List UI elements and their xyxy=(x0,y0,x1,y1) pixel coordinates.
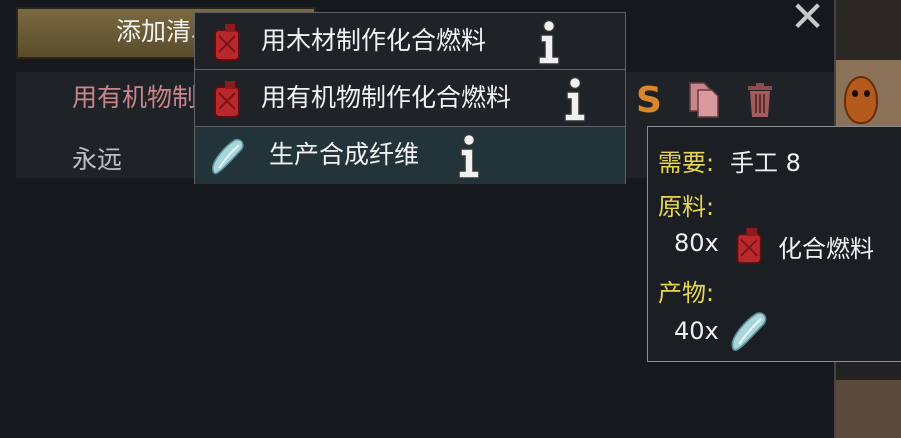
chemfuel-canister-icon xyxy=(214,24,240,61)
info-icon[interactable] xyxy=(455,133,483,179)
products-label: 产物: xyxy=(658,279,715,307)
recipe-dropdown: 用木材制作化合燃料 用有机物制作化合燃料 生产合成纤维 xyxy=(194,12,626,184)
suspend-bill-button[interactable]: S xyxy=(636,80,662,121)
recipe-option-label: 生产合成纤维 xyxy=(269,140,420,169)
info-icon[interactable] xyxy=(561,76,589,122)
synthetic-fiber-icon xyxy=(212,138,244,175)
wall-tile xyxy=(836,0,901,60)
info-icon[interactable] xyxy=(535,19,563,65)
bill-repeat-mode[interactable]: 永远 xyxy=(72,140,122,176)
ingredient-name: 化合燃料 xyxy=(778,235,874,263)
work-value: 手工 8 xyxy=(730,149,801,177)
floor-tile xyxy=(836,380,901,438)
synthetic-fiber-icon xyxy=(731,312,767,351)
recipe-option-label: 用木材制作化合燃料 xyxy=(261,26,487,55)
work-label: 需要: xyxy=(658,149,715,177)
recipe-option-wood-chemfuel[interactable]: 用木材制作化合燃料 xyxy=(195,13,625,70)
ingredients-label: 原料: xyxy=(658,193,715,221)
copy-bill-icon[interactable] xyxy=(686,80,722,120)
recipe-option-organic-chemfuel[interactable]: 用有机物制作化合燃料 xyxy=(195,70,625,127)
recipe-option-label: 用有机物制作化合燃料 xyxy=(261,83,512,112)
colonist-pawn[interactable] xyxy=(844,76,878,124)
product-quantity: 40x xyxy=(674,317,719,345)
chemfuel-canister-icon xyxy=(736,227,762,264)
recipe-tooltip: 需要: 手工 8 原料: 80x 化合燃料 产物: 40x xyxy=(647,126,901,362)
trash-icon[interactable] xyxy=(742,80,778,120)
close-window-button[interactable]: ✕ xyxy=(790,0,825,38)
wall-tile xyxy=(836,360,901,380)
ingredient-quantity: 80x xyxy=(674,229,719,257)
chemfuel-canister-icon xyxy=(214,81,240,118)
recipe-option-synthetic-fiber[interactable]: 生产合成纤维 xyxy=(195,127,625,184)
